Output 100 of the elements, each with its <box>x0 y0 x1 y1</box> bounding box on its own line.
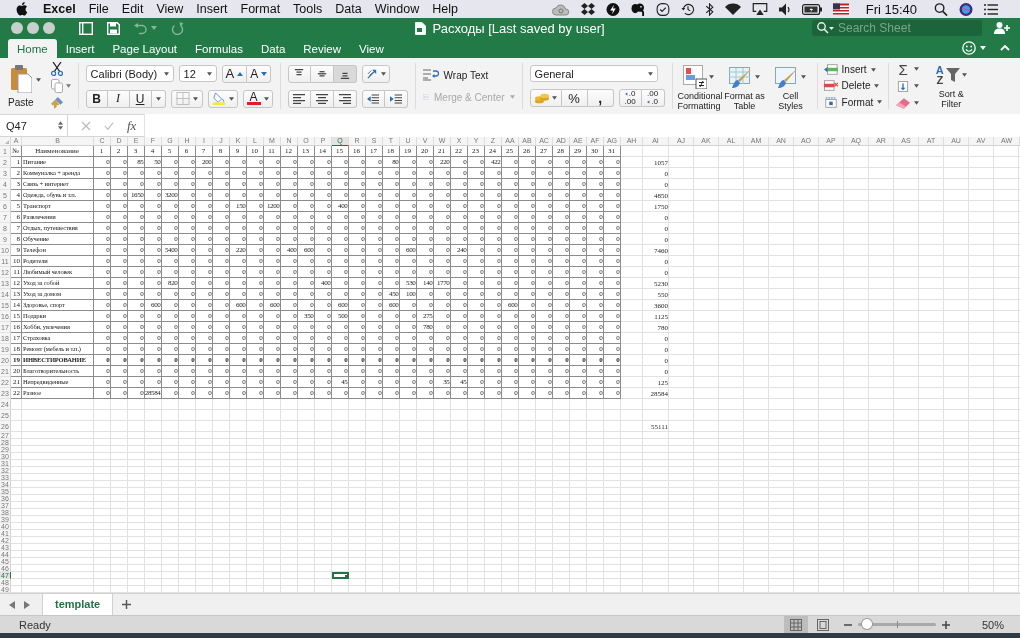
increase-indent-button[interactable] <box>384 89 408 108</box>
monitor-arrow-icon[interactable] <box>751 3 768 15</box>
menu-item[interactable]: Edit <box>121 2 144 16</box>
align-middle-button[interactable] <box>310 64 334 83</box>
font-size-dropdown[interactable]: 12 <box>178 65 217 82</box>
list-icon[interactable] <box>984 2 998 16</box>
caret-icon[interactable] <box>65 84 71 88</box>
align-left-button[interactable] <box>287 89 311 108</box>
bolt-icon[interactable] <box>605 2 620 16</box>
menu-item[interactable]: Data <box>335 2 362 16</box>
align-top-button[interactable] <box>287 64 311 83</box>
ribbon-tab[interactable]: Insert <box>56 39 104 58</box>
zoom-percentage[interactable]: 50% <box>981 618 1004 631</box>
active-cell[interactable] <box>332 572 349 579</box>
comma-style-button[interactable]: , <box>587 89 614 107</box>
number-format-dropdown[interactable]: General <box>529 65 658 82</box>
caret-icon <box>755 75 761 79</box>
ribbon-tab[interactable]: Page Layout <box>103 39 187 58</box>
plus-icon[interactable] <box>941 620 950 629</box>
increase-decimal-button[interactable]: .0 .00 <box>618 89 642 107</box>
paintbrush-icon[interactable] <box>50 96 63 110</box>
menu-item[interactable]: Help <box>432 2 458 16</box>
fill-color-button[interactable] <box>207 89 238 108</box>
menu-item[interactable]: View <box>156 2 184 16</box>
formula-input[interactable] <box>144 114 1020 137</box>
caret-icon <box>914 67 920 71</box>
conditional-formatting-button[interactable]: Conditional Formatting <box>677 65 720 111</box>
font-family-dropdown[interactable]: Calibri (Body) <box>85 65 174 82</box>
search-icon[interactable] <box>817 22 834 34</box>
menu-item[interactable]: File <box>88 2 109 16</box>
battery-icon[interactable] <box>801 3 822 15</box>
window-title: Расходы [Last saved by user] <box>432 20 605 36</box>
name-box[interactable]: Q47 <box>0 115 68 136</box>
normal-view-button[interactable] <box>783 616 808 633</box>
save-icon[interactable] <box>107 21 120 35</box>
next-sheet-icon[interactable] <box>24 600 30 609</box>
underline-button[interactable]: U <box>129 89 152 108</box>
bold-button[interactable]: B <box>85 89 108 108</box>
sort-filter-button[interactable]: A Z Sort & Filter <box>929 63 974 109</box>
align-right-button[interactable] <box>333 89 357 108</box>
ribbon-tab[interactable]: Formulas <box>186 39 252 58</box>
flag-icon[interactable] <box>832 3 849 15</box>
insert-function-button[interactable]: fx <box>127 117 137 134</box>
menu-item[interactable]: Insert <box>196 2 228 16</box>
percent-style-button[interactable]: % <box>561 89 588 107</box>
orientation-button[interactable] <box>361 64 390 83</box>
wrap-text-button[interactable]: Wrap Text <box>422 69 515 81</box>
zoom-button[interactable] <box>43 22 55 34</box>
menu-item[interactable]: Window <box>374 2 420 16</box>
minimize-button[interactable] <box>27 22 39 34</box>
ribbon-tab[interactable]: Review <box>294 39 350 58</box>
sidebar-icon[interactable] <box>79 21 93 35</box>
cloud-icon[interactable] <box>551 2 570 16</box>
orb-icon[interactable] <box>959 2 973 16</box>
delete-cells-button[interactable]: Delete <box>823 79 883 93</box>
checkmark-icon[interactable] <box>104 120 114 131</box>
format-cells-button[interactable]: Format <box>823 95 883 109</box>
bluetooth-icon[interactable] <box>705 2 714 16</box>
merge-arrows-icon <box>422 91 429 103</box>
align-bottom-button[interactable] <box>333 64 357 83</box>
search-icon[interactable] <box>934 2 948 16</box>
diamonds-icon[interactable] <box>580 2 595 16</box>
ribbon-tab[interactable]: View <box>350 39 393 58</box>
caret-icon[interactable] <box>980 46 986 50</box>
smiley-icon[interactable] <box>962 41 976 55</box>
menu-item[interactable]: Format <box>240 2 281 16</box>
grow-font-button[interactable]: A <box>221 64 248 83</box>
italic-button[interactable]: I <box>107 89 130 108</box>
align-center-button[interactable] <box>310 89 334 108</box>
insert-cells-button[interactable]: Insert <box>823 63 883 77</box>
paste-button[interactable]: Paste <box>8 64 34 108</box>
ribbon-tab[interactable]: Data <box>252 39 295 58</box>
decrease-indent-button[interactable] <box>361 89 385 108</box>
volume-icon[interactable] <box>778 2 791 16</box>
add-person-icon[interactable] <box>994 22 1010 34</box>
close-button[interactable] <box>11 22 23 34</box>
clear-button[interactable] <box>896 96 920 110</box>
previous-sheet-icon[interactable] <box>9 600 15 609</box>
wifi-icon[interactable] <box>724 3 741 15</box>
sheet-tab[interactable]: template <box>42 593 114 615</box>
ribbon-tab[interactable]: Home <box>8 39 57 58</box>
autosum-button[interactable]: Σ <box>896 62 920 76</box>
decrease-decimal-button[interactable]: .00 .0 <box>641 89 665 107</box>
caret-icon[interactable] <box>35 78 41 82</box>
cell-styles-button[interactable]: Cell Styles <box>769 65 812 111</box>
slider-thumb[interactable] <box>862 619 873 629</box>
search-field[interactable]: Search Sheet <box>812 20 982 36</box>
plus-icon[interactable] <box>122 600 132 609</box>
scissors-icon[interactable] <box>50 62 63 76</box>
menu-item[interactable]: Tools <box>293 2 323 16</box>
clock-arrow-icon[interactable] <box>680 2 695 16</box>
clock-text[interactable]: Fri 15:40 <box>865 1 917 17</box>
app-menu[interactable]: Excel <box>43 2 76 16</box>
elephant-icon[interactable] <box>630 2 645 16</box>
collapse-chevron-icon[interactable] <box>1000 45 1010 51</box>
format-as-table-button[interactable]: Format as Table <box>723 65 766 111</box>
apple-logo-icon[interactable] <box>16 2 28 16</box>
font-color-button[interactable]: A <box>242 89 273 108</box>
fill-button[interactable] <box>896 79 920 93</box>
shrink-font-button[interactable]: A <box>247 64 272 83</box>
